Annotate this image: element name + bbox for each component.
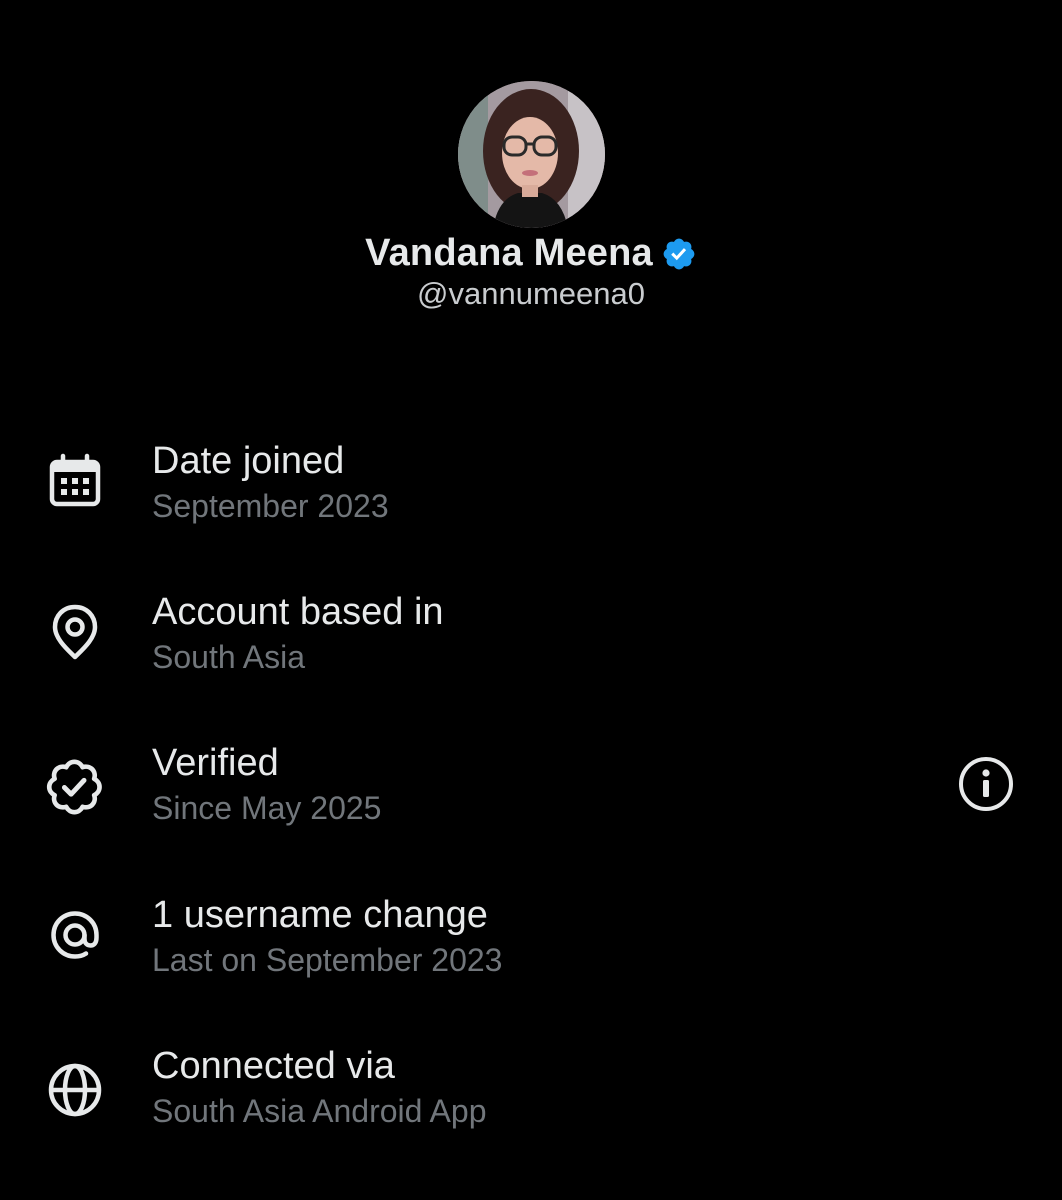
verified-badge-icon (661, 236, 697, 272)
at-sign-icon (44, 904, 106, 966)
verified-badge-outline-icon (44, 756, 106, 818)
info-row-connected-via: Connected via South Asia Android App (0, 1045, 1062, 1155)
info-row-username-change: 1 username change Last on September 2023 (0, 894, 1062, 1004)
info-title: 1 username change (152, 894, 488, 936)
info-subtitle: September 2023 (152, 488, 389, 524)
info-row-verified: Verified Since May 2025 (0, 742, 1062, 852)
display-name: Vandana Meena (365, 231, 653, 274)
info-subtitle: South Asia Android App (152, 1093, 487, 1129)
info-subtitle: South Asia (152, 639, 305, 675)
info-circle-icon (959, 757, 1013, 811)
globe-icon (44, 1059, 106, 1121)
info-row-date-joined: Date joined September 2023 (0, 440, 1062, 550)
info-subtitle: Since May 2025 (152, 790, 382, 826)
calendar-icon (44, 450, 106, 512)
info-title: Account based in (152, 591, 444, 633)
avatar-photo (458, 81, 605, 228)
info-subtitle: Last on September 2023 (152, 942, 503, 978)
avatar[interactable] (458, 81, 605, 228)
name-row: Vandana Meena (0, 228, 1062, 278)
info-title: Connected via (152, 1045, 395, 1087)
username-handle: @vannumeena0 (417, 276, 645, 311)
info-title: Verified (152, 742, 279, 784)
info-row-account-based-in: Account based in South Asia (0, 591, 1062, 701)
location-pin-icon (44, 601, 106, 663)
info-button[interactable] (956, 754, 1016, 814)
info-title: Date joined (152, 440, 345, 482)
